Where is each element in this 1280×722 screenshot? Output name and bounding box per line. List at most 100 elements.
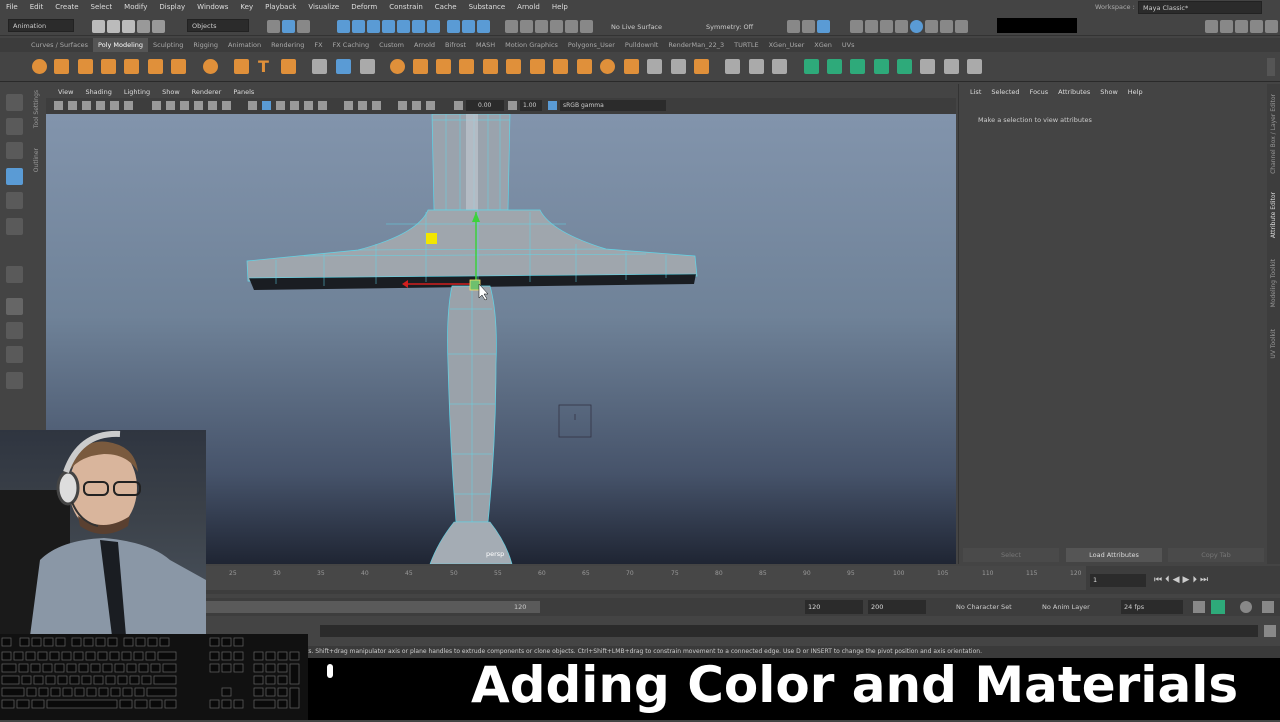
snap-point-icon[interactable] (535, 20, 548, 33)
menu-select[interactable]: Select (85, 3, 119, 11)
mask-icon-7[interactable] (427, 20, 440, 33)
paint-select-tool-icon[interactable] (6, 142, 23, 159)
platonic-solid-icon[interactable] (203, 59, 218, 74)
field-chart-icon[interactable] (208, 101, 217, 110)
playback-end-field[interactable]: 200 (868, 600, 926, 614)
panel-menu-shading[interactable]: Shading (79, 88, 117, 96)
separate-icon[interactable] (336, 59, 351, 74)
redo-icon[interactable] (152, 20, 165, 33)
grease-pencil-icon[interactable] (124, 101, 133, 110)
sound-icon[interactable] (1262, 601, 1274, 613)
shelf-tab-polygons-user[interactable]: Polygons_User (563, 38, 620, 52)
mask-icon-2[interactable] (352, 20, 365, 33)
shelf-tab-fx[interactable]: FX (309, 38, 327, 52)
insert-edge-loop-icon[interactable] (749, 59, 764, 74)
mirror-icon[interactable] (413, 59, 428, 74)
layout-icon-2[interactable] (1220, 20, 1233, 33)
menu-create[interactable]: Create (49, 3, 84, 11)
reduce-icon[interactable] (436, 59, 451, 74)
last-tool-icon[interactable] (6, 266, 23, 283)
attr-menu-attributes[interactable]: Attributes (1053, 88, 1095, 96)
attr-menu-show[interactable]: Show (1095, 88, 1123, 96)
merge-icon[interactable] (671, 59, 686, 74)
cylindrical-uv-icon[interactable] (827, 59, 842, 74)
playback-controls[interactable]: ⏮⏴◀▶⏵⏭ (1154, 575, 1211, 585)
attr-menu-help[interactable]: Help (1123, 88, 1148, 96)
camera-select-icon[interactable] (54, 101, 63, 110)
render-view-icon[interactable] (817, 20, 830, 33)
mask-icon-6[interactable] (412, 20, 425, 33)
menu-cache[interactable]: Cache (429, 3, 463, 11)
xray-icon[interactable] (412, 101, 421, 110)
current-frame-field[interactable]: 1 (1090, 574, 1146, 587)
shadows-icon[interactable] (318, 101, 327, 110)
poly-plane-icon[interactable] (148, 59, 163, 74)
auto-key-icon[interactable] (1211, 600, 1225, 614)
anim-layer-select[interactable]: No Anim Layer (1042, 603, 1090, 611)
arnold-render-icon[interactable] (910, 20, 923, 33)
extract-icon[interactable] (506, 59, 521, 74)
uv-layout-icon[interactable] (944, 59, 959, 74)
2d-pan-zoom-icon[interactable] (110, 101, 119, 110)
snap-view-icon[interactable] (550, 20, 563, 33)
uv-toolkit-tab[interactable]: UV Toolkit (1270, 329, 1277, 359)
select-tool-icon[interactable] (6, 94, 23, 111)
mode-select[interactable]: Animation (8, 19, 74, 32)
panel-menu-renderer[interactable]: Renderer (186, 88, 228, 96)
offset-edge-loop-icon[interactable] (772, 59, 787, 74)
grid-icon[interactable] (152, 101, 161, 110)
film-gate-icon[interactable] (166, 101, 175, 110)
animation-end-field[interactable]: 120 (805, 600, 863, 614)
gate-mask-icon[interactable] (194, 101, 203, 110)
loop-icon[interactable] (1193, 601, 1205, 613)
poly-torus-icon[interactable] (124, 59, 139, 74)
symmetry-label[interactable]: Symmetry: Off (706, 23, 753, 31)
svg-tool-icon[interactable] (281, 59, 296, 74)
snap-curve-icon[interactable] (520, 20, 533, 33)
colorspace-select[interactable]: sRGB gamma (560, 100, 666, 111)
menu-constrain[interactable]: Constrain (383, 3, 429, 11)
isolate-select-icon[interactable] (398, 101, 407, 110)
image-plane-icon[interactable] (96, 101, 105, 110)
attr-menu-selected[interactable]: Selected (986, 88, 1024, 96)
collapse-icon[interactable] (647, 59, 662, 74)
undo-icon[interactable] (137, 20, 150, 33)
textured-icon[interactable] (290, 101, 299, 110)
mask-icon-9[interactable] (477, 20, 490, 33)
shelf-tab-sculpting[interactable]: Sculpting (148, 38, 188, 52)
attr-menu-focus[interactable]: Focus (1025, 88, 1054, 96)
load-attributes-button[interactable]: Load Attributes (1066, 548, 1162, 562)
arnold-ipr-icon[interactable] (925, 20, 938, 33)
outliner-tab[interactable]: Outliner (33, 148, 40, 172)
script-editor-icon[interactable] (1264, 625, 1276, 637)
menu-help[interactable]: Help (546, 3, 574, 11)
live-surface-label[interactable]: No Live Surface (611, 23, 662, 31)
menu-display[interactable]: Display (153, 3, 191, 11)
range-slider[interactable] (206, 601, 540, 613)
smooth-shade-icon[interactable] (262, 101, 271, 110)
workspace-select[interactable]: Maya Classic* (1138, 1, 1262, 14)
arnold-tool-icon[interactable] (940, 20, 953, 33)
render-frame-icon[interactable] (850, 20, 863, 33)
layout-icon-4[interactable] (1250, 20, 1263, 33)
menu-windows[interactable]: Windows (191, 3, 234, 11)
snap-vertex-icon[interactable] (580, 20, 593, 33)
camera-attributes-icon[interactable] (68, 101, 77, 110)
anim-prefs-icon[interactable] (1240, 601, 1252, 613)
resolution-gate-icon[interactable] (180, 101, 189, 110)
bevel-icon[interactable] (600, 59, 615, 74)
default-material-icon[interactable] (276, 101, 285, 110)
shelf-tab-rigging[interactable]: Rigging (188, 38, 223, 52)
anti-aliasing-icon[interactable] (372, 101, 381, 110)
layout-icon-3[interactable] (1235, 20, 1248, 33)
move-tool-icon[interactable] (6, 168, 23, 185)
channel-box-tab[interactable]: Channel Box / Layer Editor (1270, 94, 1277, 174)
append-icon[interactable] (624, 59, 639, 74)
menu-playback[interactable]: Playback (259, 3, 302, 11)
multi-cut-icon[interactable] (725, 59, 740, 74)
super-shape-icon[interactable] (234, 59, 249, 74)
time-ruler[interactable]: 20 25 30 35 40 45 50 55 60 65 70 75 80 8… (186, 566, 1086, 590)
lasso-tool-icon[interactable] (6, 118, 23, 135)
uv-toolkit-icon[interactable] (967, 59, 982, 74)
snap-grid-icon[interactable] (505, 20, 518, 33)
